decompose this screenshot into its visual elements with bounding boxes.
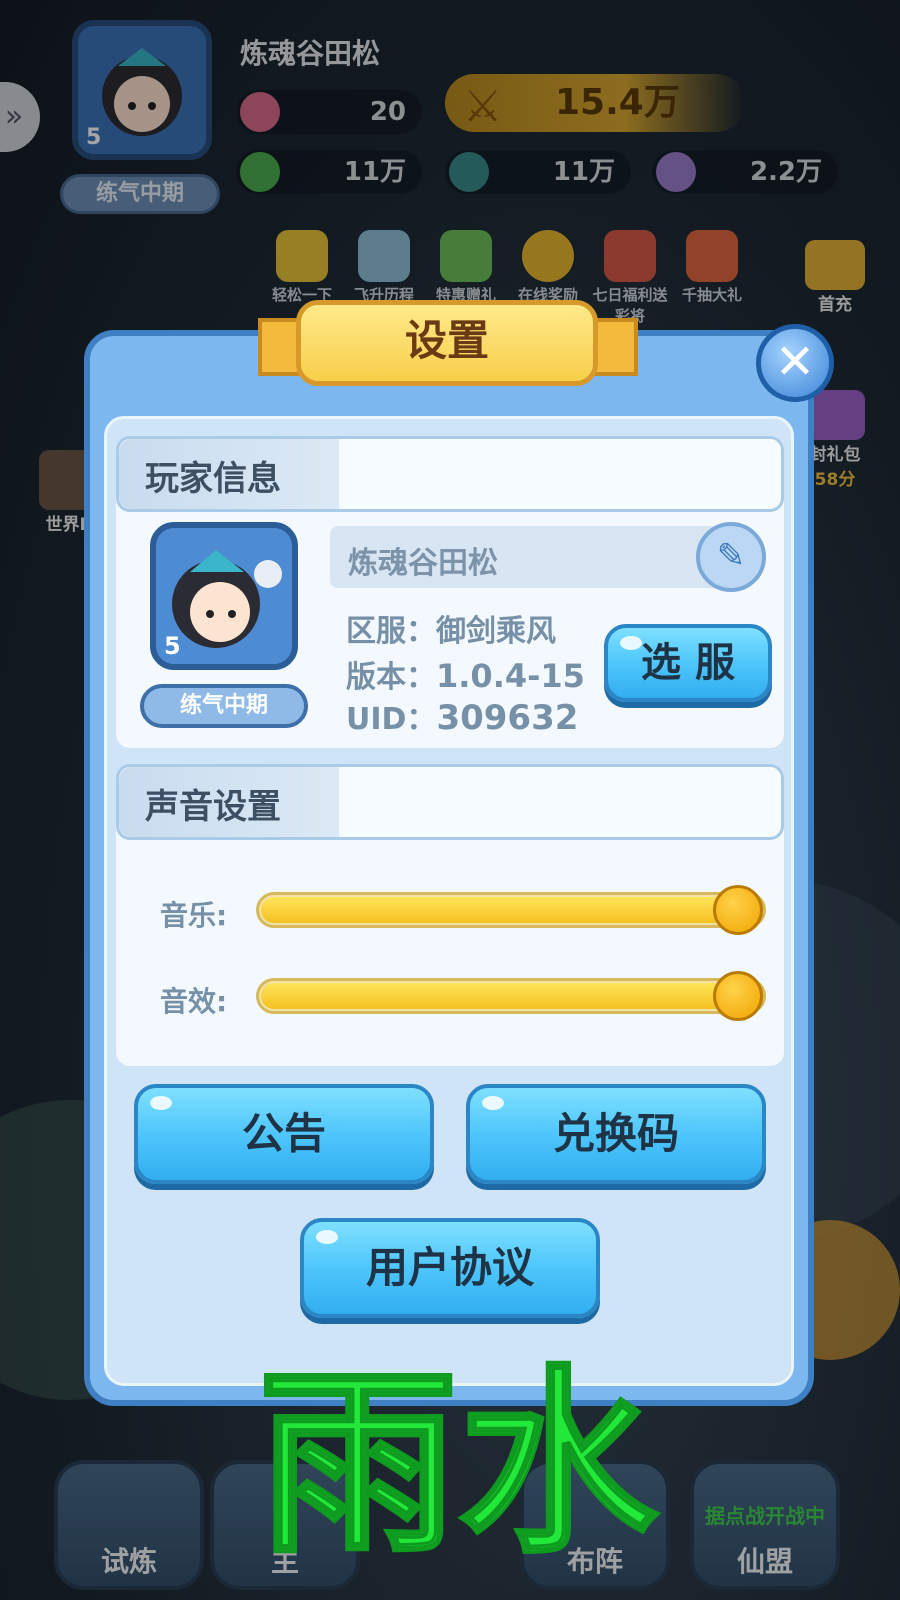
server-value: 御剑乘风 (436, 614, 556, 649)
button-shine (620, 636, 642, 650)
dialog-title: 设置 (296, 300, 598, 386)
button-shine (150, 1096, 172, 1110)
player-avatar[interactable]: 5 (150, 522, 298, 670)
notice-button[interactable]: 公告 (134, 1084, 434, 1184)
version-label: 版本： (346, 660, 436, 695)
edit-name-button[interactable]: ✎ (696, 522, 766, 592)
button-shine (482, 1096, 504, 1110)
version-info: 版本：1.0.4-15 (346, 652, 585, 696)
music-slider-knob[interactable] (713, 885, 763, 935)
section-header: 声音设置 (116, 764, 784, 840)
player-realm-tag: 练气中期 (140, 684, 308, 728)
player-name: 炼魂谷田松 (348, 546, 498, 581)
player-name-field: 炼魂谷田松 (330, 526, 750, 588)
uid-value: 309632 (436, 698, 579, 738)
sfx-slider-knob[interactable] (713, 971, 763, 1021)
sfx-label: 音效: (160, 985, 228, 1018)
sfx-slider[interactable] (256, 971, 766, 1021)
redeem-code-label: 兑换码 (552, 1109, 679, 1158)
section-title: 玩家信息 (145, 459, 281, 499)
watermark-text: 雨水 (256, 1348, 659, 1581)
music-slider-fill (261, 897, 740, 923)
redeem-code-button[interactable]: 兑换码 (466, 1084, 766, 1184)
player-level: 5 (164, 632, 181, 660)
section-header: 玩家信息 (116, 436, 784, 512)
uid-label: UID： (346, 702, 437, 737)
close-button[interactable]: ✕ (756, 324, 834, 402)
user-agreement-label: 用户协议 (365, 1243, 534, 1292)
notice-label: 公告 (241, 1109, 326, 1158)
close-icon: ✕ (774, 334, 816, 390)
brush-icon: ✎ (716, 536, 746, 576)
button-shine (316, 1230, 338, 1244)
user-agreement-button[interactable]: 用户协议 (300, 1218, 600, 1318)
server-info: 区服：御剑乘风 (346, 606, 556, 650)
music-label: 音乐: (160, 899, 228, 932)
section-title: 声音设置 (145, 787, 281, 827)
uid-info: UID：309632 (346, 694, 578, 738)
music-slider[interactable] (256, 885, 766, 935)
version-value: 1.0.4-15 (436, 657, 585, 695)
sfx-slider-fill (261, 983, 740, 1009)
select-server-label: 选 服 (641, 640, 735, 686)
server-label: 区服： (346, 614, 436, 649)
select-server-button[interactable]: 选 服 (604, 624, 772, 702)
